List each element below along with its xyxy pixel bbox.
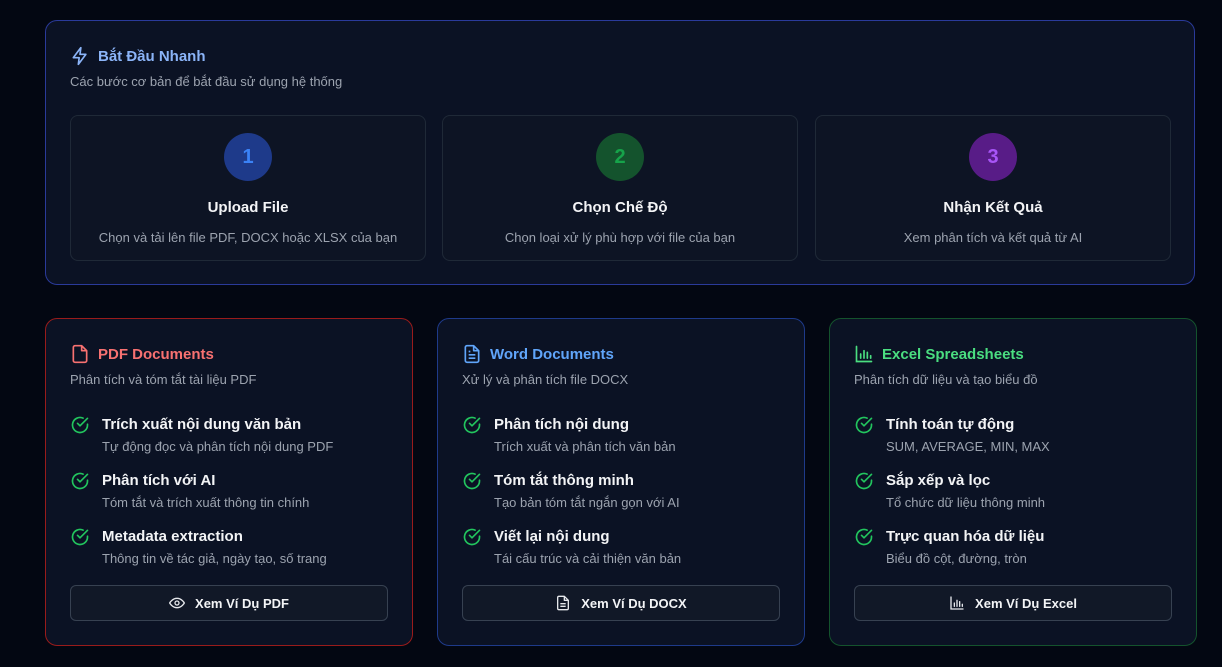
step-title: Upload File (207, 199, 289, 216)
lightning-icon (72, 46, 87, 66)
step-number-badge: 2 (596, 133, 644, 181)
check-circle-icon (71, 472, 89, 490)
quick-start-title: Bắt Đầu Nhanh (98, 47, 206, 65)
step-number-badge: 1 (224, 133, 272, 181)
quick-start-subtitle: Các bước cơ bản để bắt đầu sử dụng hệ th… (70, 74, 343, 89)
feature-description: Tóm tắt và trích xuất thông tin chính (102, 495, 310, 510)
button-label: Xem Ví Dụ DOCX (581, 595, 687, 611)
excel-card-title: Excel Spreadsheets (882, 345, 1024, 363)
view-pdf-example-button[interactable]: Xem Ví Dụ PDF (70, 585, 388, 621)
quick-start-panel: Bắt Đầu Nhanh Các bước cơ bản để bắt đầu… (45, 20, 1195, 285)
feature-item: Trực quan hóa dữ liệu Biểu đồ cột, đường,… (854, 528, 1044, 566)
step-description: Chọn và tải lên file PDF, DOCX hoặc XLSX… (98, 230, 398, 245)
step-card-mode: 2 Chọn Chế Độ Chọn loại xử lý phù hợp vớ… (442, 115, 798, 261)
feature-title: Tính toán tự động (886, 416, 1015, 433)
feature-title: Trực quan hóa dữ liệu (886, 528, 1045, 545)
pdf-card-heading: PDF Documents (70, 344, 214, 364)
quick-start-heading: Bắt Đầu Nhanh (70, 46, 206, 66)
check-circle-icon (855, 528, 873, 546)
feature-item: Viết lại nội dung Tái cấu trúc và cải thi… (462, 528, 681, 566)
excel-card-heading: Excel Spreadsheets (854, 344, 1024, 364)
button-label: Xem Ví Dụ PDF (195, 595, 289, 611)
view-excel-example-button[interactable]: Xem Ví Dụ Excel (854, 585, 1172, 621)
feature-description: Biểu đồ cột, đường, tròn (886, 551, 1027, 566)
pdf-card-subtitle: Phân tích và tóm tắt tài liệu PDF (70, 372, 257, 387)
check-circle-icon (71, 528, 89, 546)
file-icon (72, 344, 88, 364)
check-circle-icon (463, 528, 481, 546)
feature-item: Tính toán tự động SUM, AVERAGE, MIN, MAX (854, 416, 1050, 454)
view-docx-example-button[interactable]: Xem Ví Dụ DOCX (462, 585, 780, 621)
check-circle-icon (463, 472, 481, 490)
feature-description: Trích xuất và phân tích văn bản (494, 439, 676, 454)
feature-description: Tổ chức dữ liệu thông minh (886, 495, 1046, 510)
feature-item: Phân tích nội dung Trích xuất và phân tíc… (462, 416, 676, 454)
step-card-upload: 1 Upload File Chọn và tải lên file PDF, … (70, 115, 426, 261)
step-number-badge: 3 (969, 133, 1017, 181)
step-description: Xem phân tích và kết quả từ AI (903, 230, 1083, 245)
word-card-subtitle: Xử lý và phân tích file DOCX (462, 372, 629, 387)
feature-title: Sắp xếp và lọc (886, 472, 991, 489)
word-card-title: Word Documents (490, 345, 614, 363)
check-circle-icon (71, 416, 89, 434)
step-title: Nhận Kết Quả (943, 199, 1043, 216)
eye-icon (169, 597, 186, 609)
button-label: Xem Ví Dụ Excel (975, 595, 1077, 611)
feature-description: Tự động đọc và phân tích nội dung PDF (102, 439, 334, 454)
document-text-icon (464, 344, 480, 364)
step-title: Chọn Chế Độ (572, 199, 668, 216)
feature-item: Trích xuất nội dung văn bản Tự động đọc v… (70, 416, 333, 454)
check-circle-icon (463, 416, 481, 434)
pdf-card: PDF Documents Phân tích và tóm tắt tài l… (45, 318, 413, 646)
feature-description: Thông tin về tác giả, ngày tạo, số trang (102, 551, 327, 566)
excel-card-subtitle: Phân tích dữ liệu và tạo biểu đồ (854, 372, 1038, 387)
check-circle-icon (855, 472, 873, 490)
pdf-card-title: PDF Documents (98, 345, 214, 363)
bar-chart-icon (950, 596, 964, 610)
bar-chart-icon (855, 345, 873, 363)
feature-title: Phân tích với AI (102, 472, 216, 489)
feature-item: Sắp xếp và lọc Tổ chức dữ liệu thông minh (854, 472, 1045, 510)
step-description: Chọn loại xử lý phù hợp với file của bạn (504, 230, 736, 245)
excel-card: Excel Spreadsheets Phân tích dữ liệu và … (829, 318, 1197, 646)
feature-description: Tạo bản tóm tắt ngắn gọn với AI (494, 495, 680, 510)
check-circle-icon (855, 416, 873, 434)
feature-title: Viết lại nội dung (494, 528, 610, 545)
feature-title: Trích xuất nội dung văn bản (102, 416, 302, 433)
step-card-result: 3 Nhận Kết Quả Xem phân tích và kết quả … (815, 115, 1171, 261)
word-card-heading: Word Documents (462, 344, 614, 364)
feature-item: Metadata extraction Thông tin về tác giả,… (70, 528, 327, 566)
word-card: Word Documents Xử lý và phân tích file D… (437, 318, 805, 646)
feature-item: Phân tích với AI Tóm tắt và trích xuất th… (70, 472, 309, 510)
document-text-icon (557, 595, 570, 611)
feature-title: Metadata extraction (102, 528, 243, 545)
feature-title: Phân tích nội dung (494, 416, 629, 433)
feature-description: Tái cấu trúc và cải thiện văn bản (494, 551, 682, 566)
feature-title: Tóm tắt thông minh (494, 472, 634, 489)
feature-item: Tóm tắt thông minh Tạo bản tóm tắt ngắn g… (462, 472, 680, 510)
feature-description: SUM, AVERAGE, MIN, MAX (886, 439, 1050, 454)
